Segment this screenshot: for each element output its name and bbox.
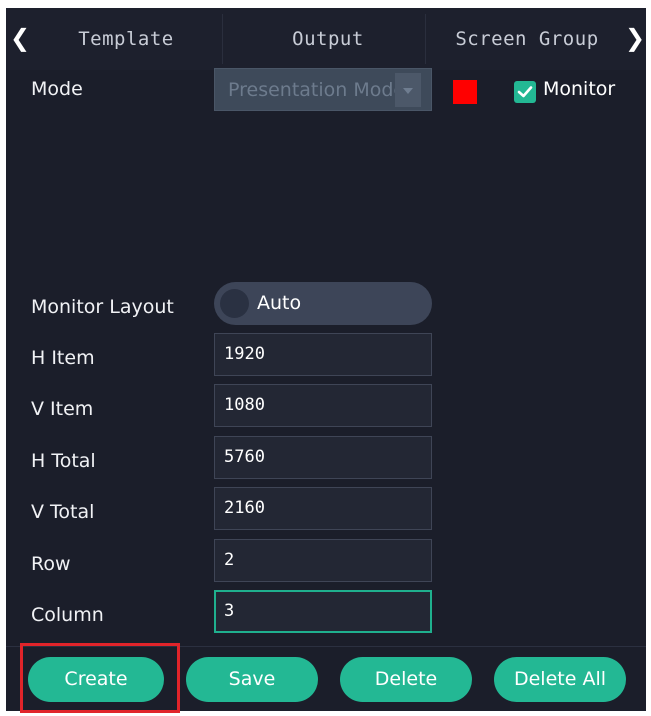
monitor-checkbox[interactable]: [514, 81, 536, 103]
mode-select[interactable]: Presentation Mode: [214, 68, 432, 111]
tab-screen-group[interactable]: Screen Group: [438, 8, 616, 70]
save-button[interactable]: Save: [186, 657, 318, 702]
h-item-input[interactable]: 1920: [214, 333, 432, 376]
color-swatch[interactable]: [453, 80, 477, 104]
h-total-label: H Total: [31, 450, 96, 472]
screen-group-panel: ❮ Template Output Screen Group ❯ Mode Pr…: [6, 8, 646, 711]
h-total-input[interactable]: 5760: [214, 436, 432, 479]
monitor-layout-toggle-value: Auto: [257, 292, 302, 314]
checkmark-icon: [517, 86, 533, 98]
h-item-label: H Item: [31, 347, 95, 369]
monitor-checkbox-label: Monitor: [543, 78, 616, 100]
mode-label: Mode: [31, 78, 83, 100]
tab-bar: ❮ Template Output Screen Group ❯: [6, 8, 646, 70]
column-label: Column: [31, 604, 104, 626]
column-input[interactable]: 3: [214, 590, 432, 633]
delete-button[interactable]: Delete: [340, 657, 472, 702]
mode-select-value: Presentation Mode: [228, 79, 398, 101]
v-total-input[interactable]: 2160: [214, 487, 432, 530]
tab-prev-arrow-icon[interactable]: ❮: [8, 22, 32, 54]
chevron-down-icon[interactable]: [395, 73, 421, 107]
delete-all-button[interactable]: Delete All: [494, 657, 626, 702]
v-total-label: V Total: [31, 501, 95, 523]
tab-next-arrow-icon[interactable]: ❯: [623, 22, 647, 54]
v-item-input[interactable]: 1080: [214, 384, 432, 427]
monitor-layout-toggle[interactable]: Auto: [214, 282, 432, 325]
row-label: Row: [31, 553, 71, 575]
highlight-box: [20, 643, 180, 713]
tab-divider: [222, 14, 223, 64]
tab-template[interactable]: Template: [46, 8, 206, 70]
tab-divider: [425, 14, 426, 64]
tab-output[interactable]: Output: [246, 8, 410, 70]
v-item-label: V Item: [31, 398, 94, 420]
monitor-layout-label: Monitor Layout: [31, 296, 174, 318]
toggle-knob: [220, 289, 249, 318]
row-input[interactable]: 2: [214, 539, 432, 582]
